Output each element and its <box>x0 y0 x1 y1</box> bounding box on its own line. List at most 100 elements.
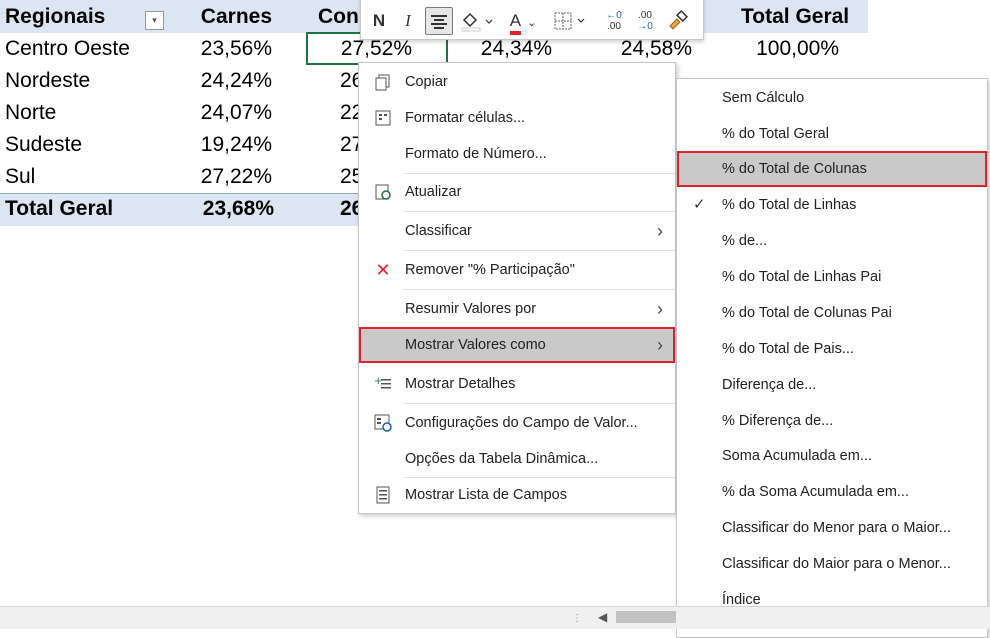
menu-item-label: Copiar <box>405 74 448 90</box>
submenu-item-total-colunas[interactable]: % do Total de Colunas <box>677 151 987 187</box>
submenu-item-percent-soma-acumulada[interactable]: % da Soma Acumulada em... <box>677 474 987 510</box>
scroll-left-icon[interactable]: ◀ <box>598 610 607 624</box>
refresh-icon <box>374 183 392 201</box>
fill-color-button[interactable] <box>459 7 495 35</box>
submenu-item-label: Sem Cálculo <box>722 90 805 106</box>
menu-item-resumir-valores[interactable]: Resumir Valores por › <box>359 291 675 327</box>
dropdown-filter-icon[interactable]: ▾ <box>145 11 164 30</box>
submenu-item-diferenca[interactable]: Diferença de... <box>677 367 987 403</box>
menu-item-mostrar-lista-campos[interactable]: Mostrar Lista de Campos <box>359 477 675 513</box>
align-center-icon <box>431 15 447 29</box>
menu-item-label: Opções da Tabela Dinâmica... <box>405 451 599 467</box>
remove-x-icon: ✕ <box>375 260 391 280</box>
submenu-item-label: % do Total de Colunas <box>722 161 867 177</box>
submenu-item-label: Diferença de... <box>722 377 817 393</box>
scrollbar-thumb[interactable] <box>616 611 676 623</box>
row-carnes[interactable]: 24,07% <box>170 97 272 129</box>
submenu-item-percent-diferenca[interactable]: % Diferença de... <box>677 403 987 439</box>
menu-item-label: Formatar células... <box>405 110 526 126</box>
svg-text:+: + <box>374 376 382 387</box>
submenu-item-colunas-pai[interactable]: % do Total de Colunas Pai <box>677 295 987 331</box>
field-settings-icon <box>374 414 392 432</box>
menu-item-classificar[interactable]: Classificar › <box>359 213 675 249</box>
menu-item-copiar[interactable]: Copiar <box>359 64 675 100</box>
decrease-decimal-button[interactable]: .00 →0 <box>631 7 659 35</box>
submenu-item-menor-maior[interactable]: Classificar do Menor para o Maior... <box>677 510 987 546</box>
row-region[interactable]: Sul <box>5 161 35 193</box>
copy-icon <box>374 73 392 91</box>
submenu-item-maior-menor[interactable]: Classificar do Maior para o Menor... <box>677 546 987 582</box>
italic-button[interactable]: I <box>399 7 417 35</box>
menu-item-configuracoes-campo[interactable]: Configurações do Campo de Valor... <box>359 405 675 441</box>
menu-item-label: Atualizar <box>405 184 462 200</box>
menu-separator <box>403 211 675 212</box>
increase-decimal-bottom-text: .00 <box>607 21 621 32</box>
submenu-item-soma-acumulada[interactable]: Soma Acumulada em... <box>677 438 987 474</box>
row-region[interactable]: Centro Oeste <box>5 33 130 65</box>
submenu-item-total-geral[interactable]: % do Total Geral <box>677 116 987 152</box>
row-total[interactable]: 100,00% <box>730 33 839 65</box>
format-cells-icon <box>374 109 392 127</box>
menu-item-formatar-celulas[interactable]: Formatar células... <box>359 100 675 136</box>
decrease-decimal-top-text: .00 <box>638 10 652 21</box>
format-painter-button[interactable] <box>665 7 691 35</box>
submenu-item-label: % do Total Geral <box>722 126 829 142</box>
submenu-item-label: % do Total de Colunas Pai <box>722 305 892 321</box>
total-row-label[interactable]: Total Geral <box>5 193 113 225</box>
menu-item-formato-numero[interactable]: Formato de Número... <box>359 136 675 172</box>
field-list-icon <box>374 486 392 504</box>
row-carnes[interactable]: 19,24% <box>170 129 272 161</box>
menu-separator <box>403 403 675 404</box>
header-regionais[interactable]: Regionais <box>5 1 105 33</box>
submenu-item-label: % da Soma Acumulada em... <box>722 484 909 500</box>
paint-bucket-icon <box>461 12 493 32</box>
total-row-carnes[interactable]: 23,68% <box>170 193 274 225</box>
row-carnes[interactable]: 23,56% <box>170 33 272 65</box>
header-carnes[interactable]: Carnes <box>170 1 272 33</box>
row-region[interactable]: Norte <box>5 97 56 129</box>
borders-button[interactable] <box>551 7 591 35</box>
font-color-button[interactable]: A ⌄ <box>503 7 543 35</box>
horizontal-scrollbar[interactable]: ⋮ ◀ <box>0 606 990 629</box>
chevron-right-icon: › <box>657 335 663 355</box>
chevron-right-icon: › <box>657 299 663 319</box>
menu-item-remover[interactable]: ✕ Remover "% Participação" <box>359 252 675 288</box>
row-region[interactable]: Nordeste <box>5 65 90 97</box>
menu-item-opcoes-tabela[interactable]: Opções da Tabela Dinâmica... <box>359 441 675 477</box>
menu-separator <box>403 250 675 251</box>
menu-item-label: Classificar <box>405 223 472 239</box>
row-carnes[interactable]: 24,24% <box>170 65 272 97</box>
submenu-item-label: % do Total de Pais... <box>722 341 854 357</box>
submenu-item-total-pais[interactable]: % do Total de Pais... <box>677 331 987 367</box>
align-center-button[interactable] <box>425 7 453 35</box>
increase-decimal-top-text: ←0 <box>606 10 622 21</box>
menu-item-mostrar-detalhes[interactable]: + Mostrar Detalhes <box>359 366 675 402</box>
scrollbar-grip-icon[interactable]: ⋮ <box>572 613 583 624</box>
submenu-item-label: Classificar do Maior para o Menor... <box>722 556 951 572</box>
menu-separator <box>403 289 675 290</box>
submenu-item-linhas-pai[interactable]: % do Total de Linhas Pai <box>677 259 987 295</box>
menu-item-mostrar-valores-como[interactable]: Mostrar Valores como › <box>359 327 675 363</box>
decrease-decimal-bottom-text: →0 <box>637 21 653 32</box>
font-color-icon: A <box>509 11 522 35</box>
row-region[interactable]: Sudeste <box>5 129 82 161</box>
submenu-item-percent-de[interactable]: % de... <box>677 223 987 259</box>
menu-item-atualizar[interactable]: Atualizar <box>359 174 675 210</box>
menu-item-label: Configurações do Campo de Valor... <box>405 415 638 431</box>
bold-button[interactable]: N <box>369 7 389 35</box>
header-total-geral[interactable]: Total Geral <box>741 1 849 33</box>
increase-decimal-button[interactable]: ←0 .00 <box>601 7 627 35</box>
submenu-item-sem-calculo[interactable]: Sem Cálculo <box>677 80 987 116</box>
show-details-icon: + <box>374 375 392 393</box>
increase-decimal-icon: ←0 .00 <box>601 10 627 32</box>
header-con[interactable]: Con <box>318 1 359 33</box>
mini-toolbar: N I A ⌄ ←0 .00 .00 →0 <box>360 0 704 40</box>
row-carnes[interactable]: 27,22% <box>170 161 272 193</box>
decrease-decimal-icon: .00 →0 <box>631 10 659 32</box>
checkmark-icon: ✓ <box>693 196 706 213</box>
submenu-item-total-linhas[interactable]: ✓ % do Total de Linhas <box>677 187 987 223</box>
borders-icon <box>554 12 585 30</box>
show-values-as-submenu: Sem Cálculo % do Total Geral % do Total … <box>676 78 988 638</box>
submenu-item-label: Classificar do Menor para o Maior... <box>722 520 951 536</box>
chevron-down-icon: ⌄ <box>527 17 537 29</box>
